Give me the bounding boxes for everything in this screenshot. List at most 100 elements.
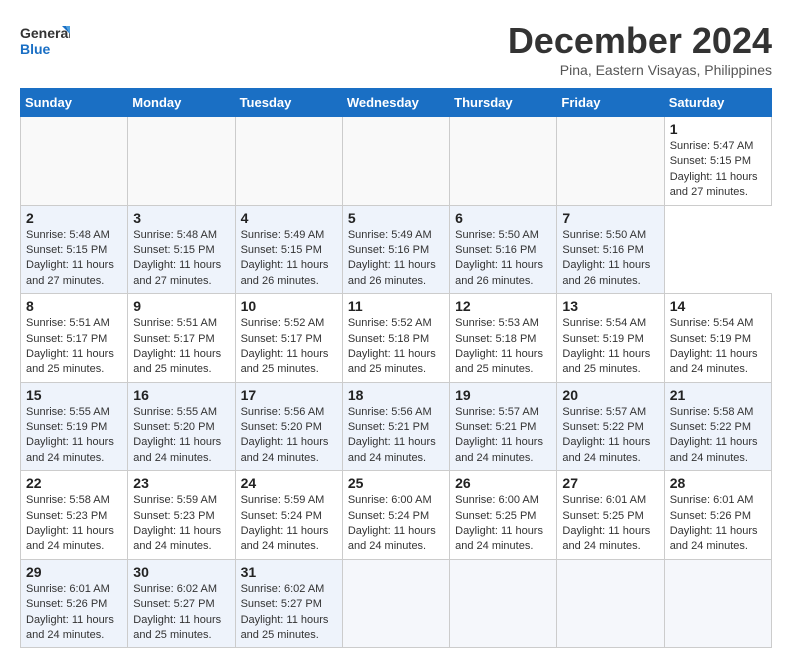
day-header-tuesday: Tuesday [235, 89, 342, 117]
day-info: Sunrise: 5:47 AMSunset: 5:15 PMDaylight:… [670, 139, 766, 201]
day-cell: 13 Sunrise: 5:54 AMSunset: 5:19 PMDaylig… [557, 294, 664, 383]
day-cell: 15 Sunrise: 5:55 AMSunset: 5:19 PMDaylig… [21, 382, 128, 471]
svg-text:Blue: Blue [20, 41, 51, 57]
day-number: 26 [455, 475, 551, 491]
day-number: 12 [455, 298, 551, 314]
day-cell: 2 Sunrise: 5:48 AMSunset: 5:15 PMDayligh… [21, 205, 128, 294]
day-number: 15 [26, 387, 122, 403]
day-info: Sunrise: 6:00 AMSunset: 5:24 PMDaylight:… [348, 493, 444, 555]
day-header-friday: Friday [557, 89, 664, 117]
day-info: Sunrise: 5:56 AMSunset: 5:20 PMDaylight:… [241, 405, 337, 467]
day-number: 30 [133, 564, 229, 580]
day-number: 29 [26, 564, 122, 580]
empty-cell [21, 117, 128, 206]
day-info: Sunrise: 5:51 AMSunset: 5:17 PMDaylight:… [26, 316, 122, 378]
day-cell: 3 Sunrise: 5:48 AMSunset: 5:15 PMDayligh… [128, 205, 235, 294]
day-header-monday: Monday [128, 89, 235, 117]
day-number: 8 [26, 298, 122, 314]
day-cell: 31 Sunrise: 6:02 AMSunset: 5:27 PMDaylig… [235, 559, 342, 648]
title-area: December 2024 Pina, Eastern Visayas, Phi… [508, 20, 772, 78]
week-row-2: 2 Sunrise: 5:48 AMSunset: 5:15 PMDayligh… [21, 205, 772, 294]
day-cell [557, 559, 664, 648]
day-cell: 27 Sunrise: 6:01 AMSunset: 5:25 PMDaylig… [557, 471, 664, 560]
empty-cell [235, 117, 342, 206]
day-cell: 24 Sunrise: 5:59 AMSunset: 5:24 PMDaylig… [235, 471, 342, 560]
day-info: Sunrise: 5:58 AMSunset: 5:23 PMDaylight:… [26, 493, 122, 555]
day-number: 16 [133, 387, 229, 403]
empty-cell [342, 117, 449, 206]
day-info: Sunrise: 6:02 AMSunset: 5:27 PMDaylight:… [133, 582, 229, 644]
day-cell: 25 Sunrise: 6:00 AMSunset: 5:24 PMDaylig… [342, 471, 449, 560]
day-info: Sunrise: 5:57 AMSunset: 5:21 PMDaylight:… [455, 405, 551, 467]
day-cell: 11 Sunrise: 5:52 AMSunset: 5:18 PMDaylig… [342, 294, 449, 383]
day-cell [342, 559, 449, 648]
day-info: Sunrise: 5:52 AMSunset: 5:17 PMDaylight:… [241, 316, 337, 378]
day-number: 3 [133, 210, 229, 226]
day-cell: 19 Sunrise: 5:57 AMSunset: 5:21 PMDaylig… [450, 382, 557, 471]
day-cell [664, 559, 771, 648]
day-header-saturday: Saturday [664, 89, 771, 117]
day-info: Sunrise: 5:49 AMSunset: 5:16 PMDaylight:… [348, 228, 444, 290]
day-number: 28 [670, 475, 766, 491]
calendar-table: SundayMondayTuesdayWednesdayThursdayFrid… [20, 88, 772, 648]
week-row-5: 22 Sunrise: 5:58 AMSunset: 5:23 PMDaylig… [21, 471, 772, 560]
day-cell: 18 Sunrise: 5:56 AMSunset: 5:21 PMDaylig… [342, 382, 449, 471]
day-cell: 6 Sunrise: 5:50 AMSunset: 5:16 PMDayligh… [450, 205, 557, 294]
week-row-1: 1 Sunrise: 5:47 AMSunset: 5:15 PMDayligh… [21, 117, 772, 206]
day-info: Sunrise: 6:01 AMSunset: 5:25 PMDaylight:… [562, 493, 658, 555]
day-number: 14 [670, 298, 766, 314]
empty-cell [450, 117, 557, 206]
day-info: Sunrise: 5:52 AMSunset: 5:18 PMDaylight:… [348, 316, 444, 378]
day-number: 7 [562, 210, 658, 226]
day-info: Sunrise: 5:58 AMSunset: 5:22 PMDaylight:… [670, 405, 766, 467]
day-cell: 4 Sunrise: 5:49 AMSunset: 5:15 PMDayligh… [235, 205, 342, 294]
day-info: Sunrise: 5:59 AMSunset: 5:23 PMDaylight:… [133, 493, 229, 555]
day-cell: 9 Sunrise: 5:51 AMSunset: 5:17 PMDayligh… [128, 294, 235, 383]
day-cell: 8 Sunrise: 5:51 AMSunset: 5:17 PMDayligh… [21, 294, 128, 383]
day-cell: 5 Sunrise: 5:49 AMSunset: 5:16 PMDayligh… [342, 205, 449, 294]
day-info: Sunrise: 5:57 AMSunset: 5:22 PMDaylight:… [562, 405, 658, 467]
day-number: 10 [241, 298, 337, 314]
day-number: 31 [241, 564, 337, 580]
day-info: Sunrise: 6:02 AMSunset: 5:27 PMDaylight:… [241, 582, 337, 644]
day-number: 1 [670, 121, 766, 137]
svg-text:General: General [20, 25, 70, 41]
day-info: Sunrise: 5:54 AMSunset: 5:19 PMDaylight:… [670, 316, 766, 378]
day-number: 17 [241, 387, 337, 403]
day-header-sunday: Sunday [21, 89, 128, 117]
day-info: Sunrise: 5:56 AMSunset: 5:21 PMDaylight:… [348, 405, 444, 467]
day-cell: 14 Sunrise: 5:54 AMSunset: 5:19 PMDaylig… [664, 294, 771, 383]
day-info: Sunrise: 5:48 AMSunset: 5:15 PMDaylight:… [133, 228, 229, 290]
day-number: 23 [133, 475, 229, 491]
month-title: December 2024 [508, 20, 772, 62]
day-number: 24 [241, 475, 337, 491]
empty-cell [557, 117, 664, 206]
day-cell: 30 Sunrise: 6:02 AMSunset: 5:27 PMDaylig… [128, 559, 235, 648]
day-cell [450, 559, 557, 648]
day-number: 19 [455, 387, 551, 403]
location-subtitle: Pina, Eastern Visayas, Philippines [508, 62, 772, 78]
logo: General Blue [20, 20, 70, 65]
day-info: Sunrise: 5:53 AMSunset: 5:18 PMDaylight:… [455, 316, 551, 378]
week-row-4: 15 Sunrise: 5:55 AMSunset: 5:19 PMDaylig… [21, 382, 772, 471]
header-row: SundayMondayTuesdayWednesdayThursdayFrid… [21, 89, 772, 117]
page-header: General Blue December 2024 Pina, Eastern… [20, 20, 772, 78]
day-info: Sunrise: 5:55 AMSunset: 5:20 PMDaylight:… [133, 405, 229, 467]
day-number: 25 [348, 475, 444, 491]
day-number: 13 [562, 298, 658, 314]
day-info: Sunrise: 5:55 AMSunset: 5:19 PMDaylight:… [26, 405, 122, 467]
day-number: 20 [562, 387, 658, 403]
day-cell: 26 Sunrise: 6:00 AMSunset: 5:25 PMDaylig… [450, 471, 557, 560]
day-info: Sunrise: 5:51 AMSunset: 5:17 PMDaylight:… [133, 316, 229, 378]
day-cell: 20 Sunrise: 5:57 AMSunset: 5:22 PMDaylig… [557, 382, 664, 471]
day-number: 11 [348, 298, 444, 314]
day-cell: 21 Sunrise: 5:58 AMSunset: 5:22 PMDaylig… [664, 382, 771, 471]
day-number: 6 [455, 210, 551, 226]
day-number: 21 [670, 387, 766, 403]
day-cell: 12 Sunrise: 5:53 AMSunset: 5:18 PMDaylig… [450, 294, 557, 383]
day-info: Sunrise: 5:49 AMSunset: 5:15 PMDaylight:… [241, 228, 337, 290]
day-info: Sunrise: 6:00 AMSunset: 5:25 PMDaylight:… [455, 493, 551, 555]
day-number: 5 [348, 210, 444, 226]
day-cell: 22 Sunrise: 5:58 AMSunset: 5:23 PMDaylig… [21, 471, 128, 560]
day-info: Sunrise: 5:50 AMSunset: 5:16 PMDaylight:… [562, 228, 658, 290]
